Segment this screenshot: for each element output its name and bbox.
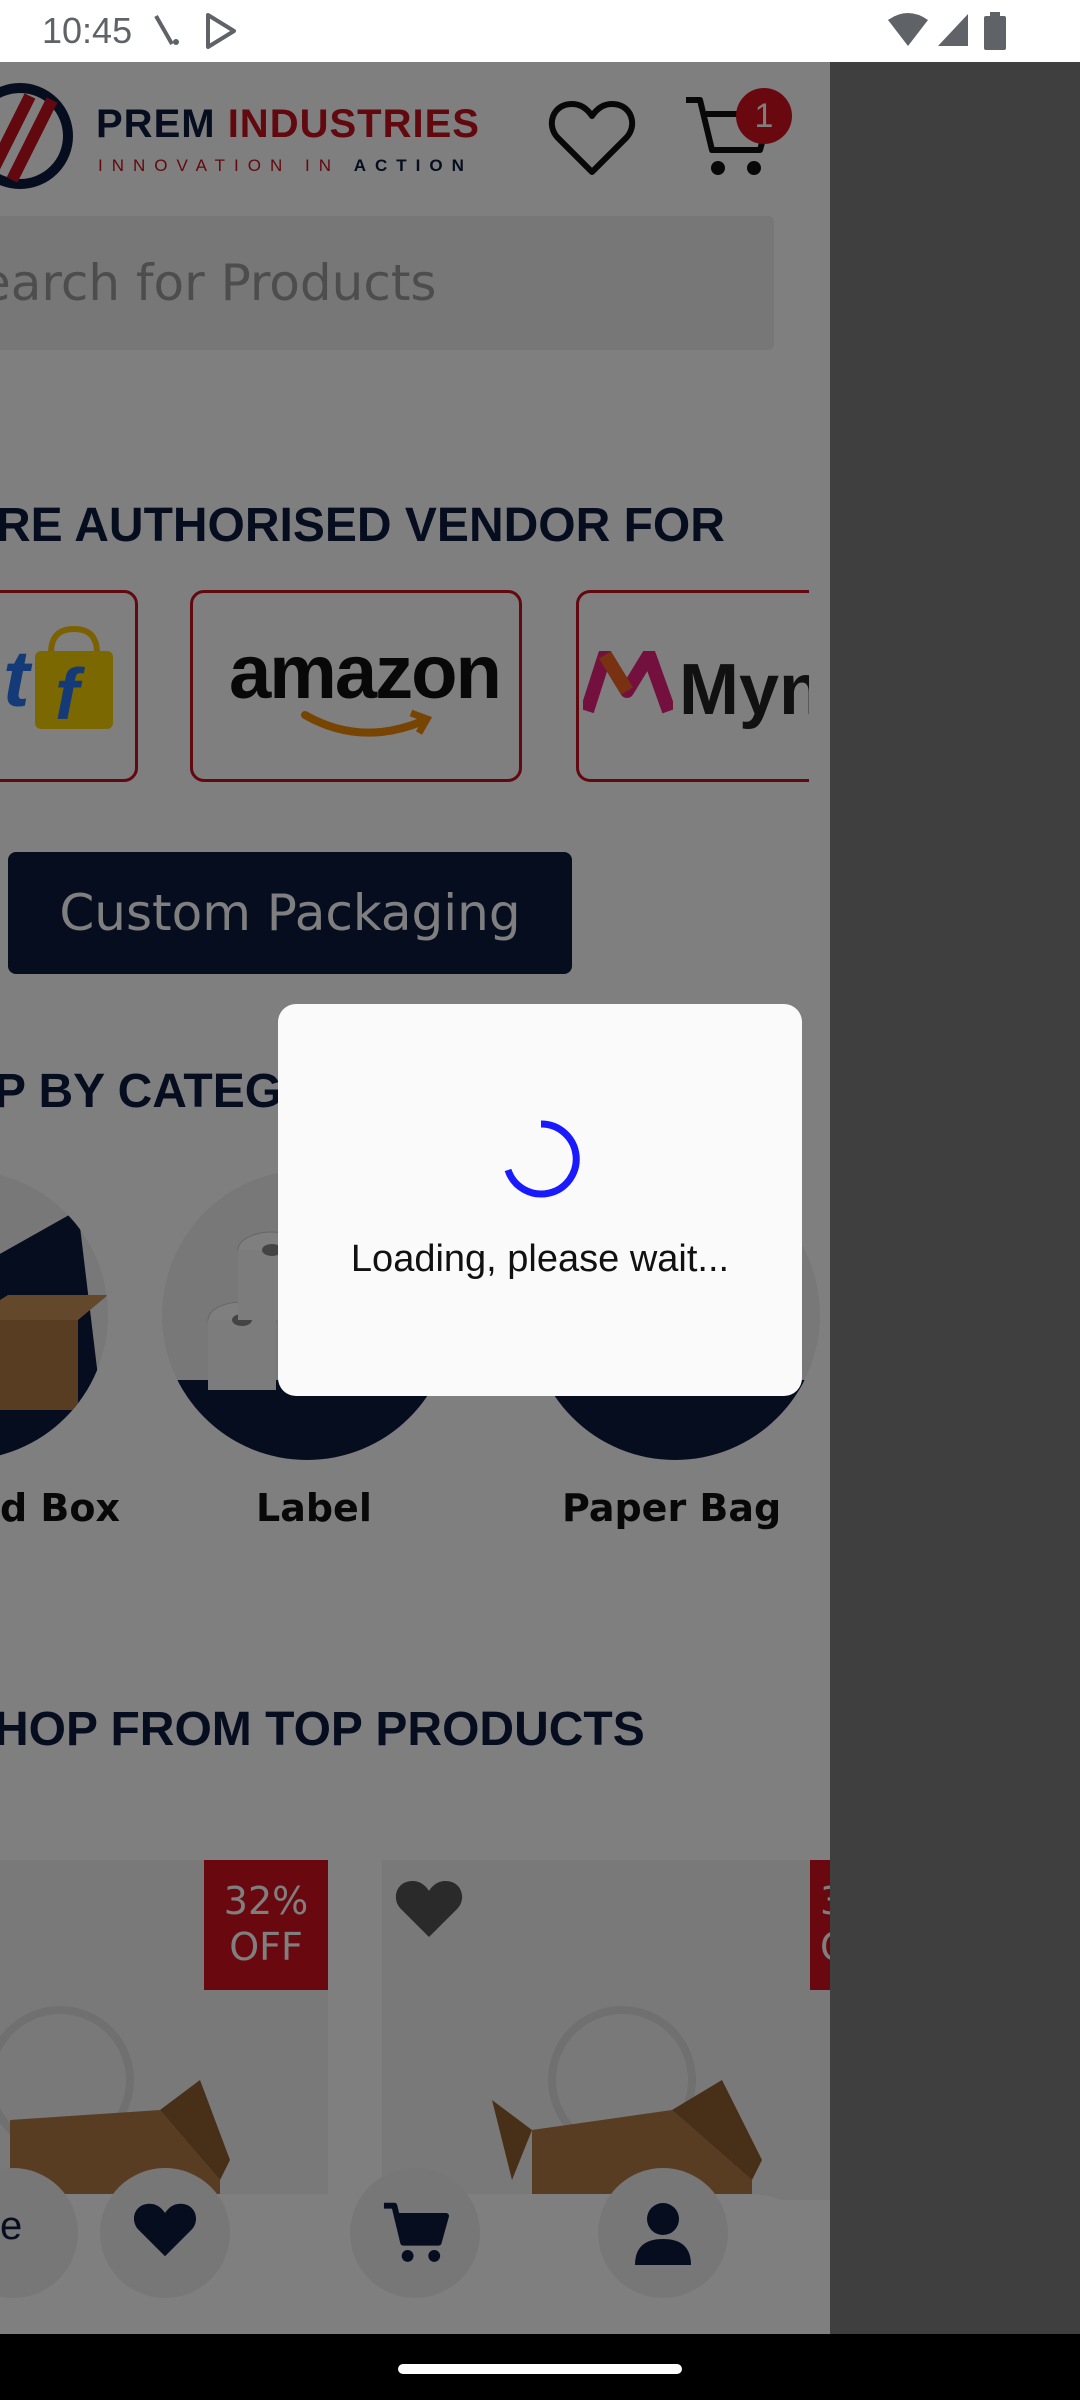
home-gesture-handle[interactable] [398,2364,682,2374]
wifi-icon [886,12,930,53]
signal-slash-icon [150,12,180,53]
battery-icon [984,12,1006,55]
loading-dialog: Loading, please wait... [278,1004,802,1396]
cellular-icon [936,12,970,53]
loading-spinner-icon [500,1118,582,1205]
play-store-icon [204,12,238,55]
system-navigation-bar [0,2334,1080,2400]
loading-message: Loading, please wait... [350,1238,730,1280]
status-time: 10:45 [42,10,133,51]
status-bar: 10:45 [0,0,1080,62]
